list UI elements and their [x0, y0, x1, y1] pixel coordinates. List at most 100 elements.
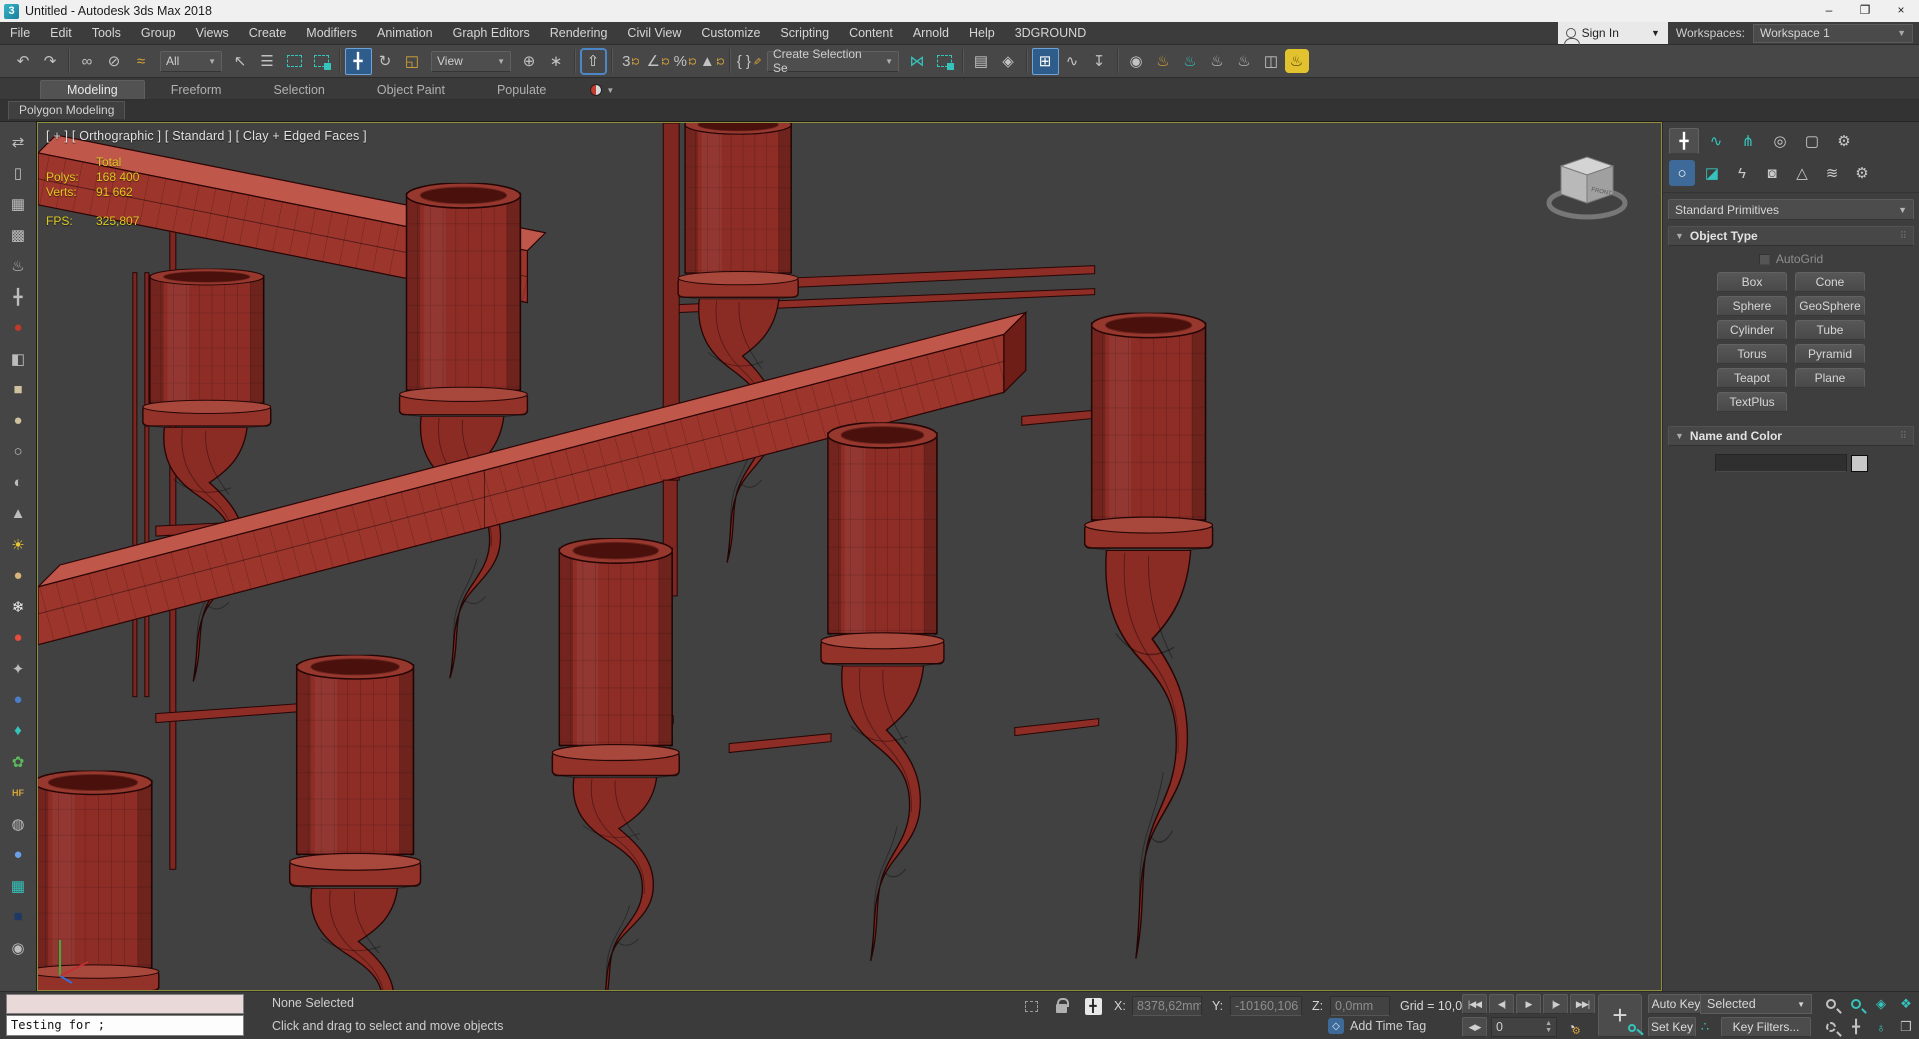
left-tool-spreadsheet[interactable]: ▦: [4, 188, 32, 219]
left-tool-document[interactable]: ▯: [4, 157, 32, 188]
y-coordinate-field[interactable]: -10160,106: [1230, 996, 1302, 1016]
viewport-3d-scene[interactable]: [38, 123, 1661, 990]
menu-item[interactable]: File: [0, 22, 40, 44]
isolate-selection-toggle[interactable]: [1020, 996, 1042, 1016]
ribbon-extra-button[interactable]: ▼: [590, 84, 614, 99]
toolbar-select-and-rotate[interactable]: ↻: [372, 48, 399, 75]
left-tool-sphere[interactable]: ●: [4, 405, 32, 436]
playback-next-frame[interactable]: |▶: [1543, 994, 1568, 1014]
ribbon-tab-[interactable]: Object Paint: [351, 81, 471, 99]
nav-zoom-extents[interactable]: ◈: [1870, 994, 1892, 1014]
toolbar-rendered-frame-window[interactable]: ♨: [1177, 48, 1204, 75]
toolbar-render-iterative[interactable]: ♨: [1231, 48, 1258, 75]
menu-item[interactable]: Rendering: [540, 22, 618, 44]
object-type-button[interactable]: TextPlus: [1717, 392, 1787, 412]
object-type-button[interactable]: Cone: [1795, 272, 1865, 292]
menu-item[interactable]: Tools: [82, 22, 131, 44]
toolbar-rectangular-selection-region[interactable]: [281, 48, 308, 75]
nav-orbit[interactable]: ♁: [1870, 1017, 1892, 1037]
left-tool-transform[interactable]: ╋: [4, 281, 32, 312]
maxscript-mini-listener-input[interactable]: Testing for ;: [6, 1015, 244, 1036]
toolbar-separator[interactable]: [339, 49, 341, 73]
left-tool-teapot[interactable]: ♨: [4, 250, 32, 281]
named-selection-sets-dropdown[interactable]: Create Selection Se ▼: [767, 47, 899, 75]
menu-item[interactable]: Views: [186, 22, 239, 44]
menu-item[interactable]: Edit: [40, 22, 82, 44]
toolbar-spinner-snap-toggle[interactable]: ▲ Ω: [698, 48, 725, 75]
spinner-icon[interactable]: ▲ ▼: [1545, 1020, 1552, 1034]
toolbar-material-editor[interactable]: ◉: [1123, 48, 1150, 75]
toolbar-separator[interactable]: [729, 49, 731, 73]
current-frame-field[interactable]: 0 ▲ ▼: [1491, 1017, 1557, 1037]
object-type-button[interactable]: Box: [1717, 272, 1787, 292]
toolbar-keyboard-shortcut-override[interactable]: ⇧: [580, 47, 607, 75]
left-tool-diamond-teal[interactable]: ♦: [4, 715, 32, 746]
reference-coordinate-dropdown[interactable]: View ▼: [431, 50, 511, 72]
left-tool-sphere-blue[interactable]: ●: [4, 839, 32, 870]
panel-tab-utilities[interactable]: ⚙: [1829, 128, 1859, 154]
left-tool-snowflake[interactable]: ❄: [4, 591, 32, 622]
playback-go-to-start[interactable]: |◀◀: [1462, 994, 1487, 1014]
panel-tab-hierarchy[interactable]: ⋔: [1733, 128, 1763, 154]
toolbar-select-by-name[interactable]: ☰: [254, 48, 281, 75]
left-tool-hf-tool[interactable]: HF: [4, 777, 32, 808]
toolbar-separator[interactable]: [962, 49, 964, 73]
toolbar-separator[interactable]: [1026, 49, 1028, 73]
auto-key-button[interactable]: Auto Key: [1648, 994, 1704, 1014]
polygon-modeling-tab[interactable]: Polygon Modeling: [8, 101, 126, 120]
nav-maximize-viewport-toggle[interactable]: ❒: [1895, 1017, 1917, 1037]
nav-pan[interactable]: ╋: [1845, 1017, 1867, 1037]
left-tool-star[interactable]: ✦: [4, 653, 32, 684]
toolbar-mirror[interactable]: ⋈: [904, 48, 931, 75]
toolbar-window-crossing[interactable]: [308, 48, 335, 75]
nav-zoom-region[interactable]: [1820, 1017, 1842, 1037]
ribbon-tab-[interactable]: Freeform: [145, 81, 248, 99]
left-tool-ball-gray[interactable]: ◍: [4, 808, 32, 839]
close-button[interactable]: ×: [1883, 0, 1919, 22]
key-filters-button[interactable]: Key Filters...: [1721, 1017, 1811, 1037]
toolbar-render-setup[interactable]: ♨: [1150, 48, 1177, 75]
toolbar-select-and-scale[interactable]: ◱: [399, 48, 426, 75]
playback-play[interactable]: ▶: [1516, 994, 1541, 1014]
selection-set-dropdown[interactable]: Selected ▼: [1700, 994, 1812, 1014]
toolbar-angle-snap-toggle[interactable]: ∠ Ω: [644, 48, 671, 75]
absolute-mode-transform[interactable]: ╋: [1082, 996, 1104, 1016]
toolbar-ribbon-toggle[interactable]: ⊞: [1032, 47, 1059, 75]
category-shapes[interactable]: ◪: [1699, 160, 1725, 186]
toolbar-unlink-selection[interactable]: ⊘: [101, 48, 128, 75]
object-color-swatch[interactable]: [1850, 454, 1868, 472]
left-tool-paint[interactable]: ◧: [4, 343, 32, 374]
menu-item[interactable]: Graph Editors: [443, 22, 540, 44]
left-tool-palette[interactable]: ▩: [4, 219, 32, 250]
key-filter-icon-button[interactable]: ∴: [1694, 1017, 1716, 1037]
selection-filter-dropdown[interactable]: All ▼: [160, 50, 222, 72]
toolbar-select-and-manipulate[interactable]: ∗: [543, 48, 570, 75]
toolbar-edit-named-selection-sets[interactable]: { } ✎: [735, 48, 762, 75]
autogrid-checkbox[interactable]: [1758, 253, 1770, 265]
viewport[interactable]: [ + ] [ Orthographic ] [ Standard ] [ Cl…: [36, 121, 1663, 992]
playback-go-to-end[interactable]: ▶▶|: [1570, 994, 1595, 1014]
name-and-color-header[interactable]: ▼ Name and Color ⠿: [1668, 426, 1914, 446]
ribbon-tab-[interactable]: Selection: [247, 81, 350, 99]
menu-item[interactable]: Animation: [367, 22, 443, 44]
toolbar-align[interactable]: [931, 48, 958, 75]
menu-item[interactable]: Content: [839, 22, 903, 44]
left-tool-ball-blue[interactable]: ●: [4, 684, 32, 715]
object-type-header[interactable]: ▼ Object Type ⠿: [1668, 226, 1914, 246]
primitives-category-dropdown[interactable]: Standard Primitives ▼: [1668, 199, 1914, 220]
ribbon-tab-[interactable]: Populate: [471, 81, 572, 99]
menu-item[interactable]: Group: [131, 22, 186, 44]
toolbar-select-and-move[interactable]: ╋: [345, 47, 372, 75]
left-tool-sun[interactable]: ☀: [4, 529, 32, 560]
toolbar-separator[interactable]: [611, 49, 613, 73]
left-tool-circle[interactable]: ○: [4, 436, 32, 467]
object-type-button[interactable]: Plane: [1795, 368, 1865, 388]
left-tool-sphere-tan[interactable]: ●: [4, 560, 32, 591]
toolbar-use-pivot-point-center[interactable]: ⊕: [516, 48, 543, 75]
category-cameras[interactable]: ◙: [1759, 160, 1785, 186]
toolbar-curve-editor[interactable]: ∿: [1059, 48, 1086, 75]
toolbar-a360-render[interactable]: ◫: [1258, 48, 1285, 75]
toolbar-render-production[interactable]: ♨: [1204, 48, 1231, 75]
category-systems[interactable]: ⚙: [1849, 160, 1875, 186]
left-tool-box[interactable]: ■: [4, 374, 32, 405]
